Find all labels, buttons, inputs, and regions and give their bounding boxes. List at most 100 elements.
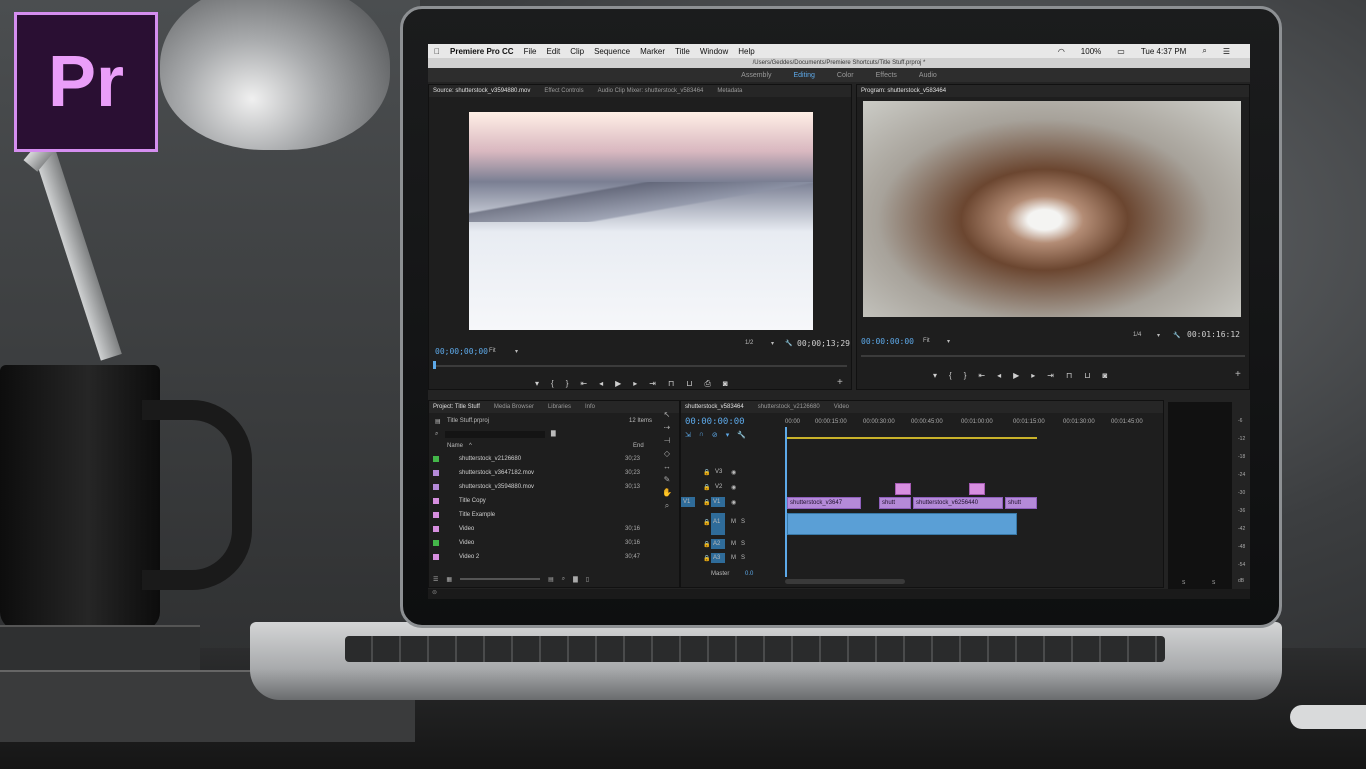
program-play-icon[interactable]: ▶	[1013, 371, 1019, 380]
workspace-tab-assembly[interactable]: Assembly	[741, 72, 771, 79]
track-solo-button[interactable]: S	[741, 555, 745, 561]
video-clip[interactable]: shutt	[879, 497, 911, 509]
list-item[interactable]	[433, 467, 445, 479]
tab-project[interactable]: Project: Title Stuff	[433, 404, 480, 410]
battery-level[interactable]: 100%	[1081, 47, 1101, 56]
list-item[interactable]	[433, 537, 445, 549]
program-scrub-bar[interactable]	[861, 355, 1245, 357]
new-bin-icon[interactable]: ▇	[551, 430, 556, 437]
program-go-to-in-icon[interactable]: ⇤	[978, 371, 985, 380]
track-solo-button[interactable]: S	[741, 541, 745, 547]
list-view-icon[interactable]: ☰	[433, 576, 438, 583]
program-add-marker-icon[interactable]: ▾	[933, 371, 937, 380]
program-zoom-chevron-icon[interactable]: ▾	[1157, 332, 1160, 339]
tab-media-browser[interactable]: Media Browser	[494, 404, 534, 410]
sort-arrow-icon[interactable]: ^	[469, 443, 472, 449]
video-clip[interactable]: shutterstock_v3647	[787, 497, 861, 509]
meter-solo-button[interactable]: S	[1182, 580, 1185, 586]
workspace-tab-effects[interactable]: Effects	[876, 72, 897, 79]
track-mute-button[interactable]: M	[731, 541, 736, 547]
source-fit-chevron-icon[interactable]: ▾	[515, 348, 518, 355]
list-item[interactable]	[433, 509, 445, 521]
track-lock-icon[interactable]: 🔒	[703, 541, 710, 548]
mark-in-icon[interactable]: {	[551, 379, 554, 389]
menu-marker[interactable]: Marker	[640, 47, 665, 56]
track-lock-icon[interactable]: 🔒	[703, 484, 710, 491]
project-search-input[interactable]	[445, 431, 545, 438]
title-clip[interactable]	[895, 483, 911, 495]
add-marker-icon[interactable]: ▾	[535, 379, 539, 389]
notification-center-icon[interactable]: ☰	[1223, 47, 1230, 56]
timeline-settings-wrench-icon[interactable]: 🔧	[737, 431, 746, 439]
video-clip[interactable]: shutterstock_v6256440	[913, 497, 1003, 509]
tab-info[interactable]: Info	[585, 404, 595, 410]
track-label-a2[interactable]: A2	[713, 541, 720, 547]
menu-edit[interactable]: Edit	[546, 47, 560, 56]
clock[interactable]: Tue 4:37 PM	[1141, 47, 1187, 56]
source-playhead[interactable]	[433, 361, 436, 369]
track-lock-icon[interactable]: 🔒	[703, 469, 710, 476]
timeline-timecode[interactable]: 00:00:00:00	[685, 417, 745, 427]
source-settings-wrench-icon[interactable]: 🔧	[785, 340, 792, 347]
program-fit-chevron-icon[interactable]: ▾	[947, 338, 950, 345]
track-label-a3[interactable]: A3	[713, 555, 720, 561]
meter-solo-button[interactable]: S	[1212, 580, 1215, 586]
tab-sequence-2[interactable]: shutterstock_v2126680	[758, 404, 820, 410]
icon-view-icon[interactable]: ▦	[446, 576, 452, 583]
program-step-forward-icon[interactable]: ▸	[1031, 371, 1035, 380]
zoom-tool-icon[interactable]: ⌕	[665, 501, 669, 511]
export-frame-icon[interactable]: ⎙	[704, 379, 710, 389]
camera-icon[interactable]: ◙	[723, 379, 728, 389]
source-add-button[interactable]: +	[837, 377, 843, 388]
track-visibility-icon[interactable]: ◉	[731, 484, 736, 491]
tab-libraries[interactable]: Libraries	[548, 404, 571, 410]
step-back-icon[interactable]: ◂	[599, 379, 603, 389]
go-to-in-icon[interactable]: ⇤	[580, 379, 587, 389]
workspace-tab-color[interactable]: Color	[837, 72, 854, 79]
find-icon[interactable]: ⌕	[562, 576, 565, 583]
folder-icon[interactable]: ▇	[573, 576, 578, 583]
new-item-icon[interactable]: ▤	[548, 576, 554, 583]
razor-tool-icon[interactable]: ◇	[664, 449, 670, 458]
menu-window[interactable]: Window	[700, 47, 728, 56]
overwrite-icon[interactable]: ⊔	[686, 379, 692, 389]
ripple-edit-tool-icon[interactable]: ⊣	[664, 436, 671, 445]
play-icon[interactable]: ▶	[615, 379, 621, 389]
audio-clip[interactable]	[787, 513, 1017, 535]
track-visibility-icon[interactable]: ◉	[731, 499, 736, 506]
hand-tool-icon[interactable]: ✋	[662, 488, 672, 497]
menu-file[interactable]: File	[524, 47, 537, 56]
extract-icon[interactable]: ⊔	[1084, 371, 1090, 380]
video-clip[interactable]: shutt	[1005, 497, 1037, 509]
tab-sequence-3[interactable]: Video	[834, 404, 849, 410]
project-search-icon[interactable]: ⌕	[435, 431, 438, 438]
program-zoom-select[interactable]: 1/4	[1133, 332, 1141, 338]
program-mark-in-icon[interactable]: {	[949, 371, 952, 380]
list-item[interactable]	[433, 523, 445, 535]
source-zoom-select[interactable]: 1/2	[745, 340, 753, 346]
nest-icon[interactable]: ⇲	[685, 431, 691, 439]
workspace-tab-editing[interactable]: Editing	[794, 72, 815, 79]
insert-icon[interactable]: ⊓	[668, 379, 674, 389]
program-step-back-icon[interactable]: ◂	[997, 371, 1001, 380]
program-camera-icon[interactable]: ◙	[1102, 371, 1107, 380]
track-mute-button[interactable]: M	[731, 519, 736, 525]
tab-program[interactable]: Program: shutterstock_v583464	[861, 88, 946, 94]
trash-icon[interactable]: ▯	[586, 576, 589, 583]
step-forward-icon[interactable]: ▸	[633, 379, 637, 389]
master-volume-value[interactable]: 0.0	[745, 571, 753, 577]
track-select-tool-icon[interactable]: ⇢	[664, 423, 671, 432]
track-lock-icon[interactable]: 🔒	[703, 555, 710, 562]
list-item[interactable]	[433, 495, 445, 507]
add-marker-timeline-icon[interactable]: ▾	[726, 431, 730, 439]
menu-help[interactable]: Help	[738, 47, 754, 56]
list-item[interactable]	[433, 453, 445, 465]
column-end-header[interactable]: End	[633, 443, 644, 449]
lift-icon[interactable]: ⊓	[1066, 371, 1072, 380]
list-item[interactable]	[433, 481, 445, 493]
track-solo-button[interactable]: S	[741, 519, 745, 525]
menu-title[interactable]: Title	[675, 47, 690, 56]
track-label-v1[interactable]: V1	[713, 499, 720, 505]
menu-clip[interactable]: Clip	[570, 47, 584, 56]
workspace-tab-audio[interactable]: Audio	[919, 72, 937, 79]
